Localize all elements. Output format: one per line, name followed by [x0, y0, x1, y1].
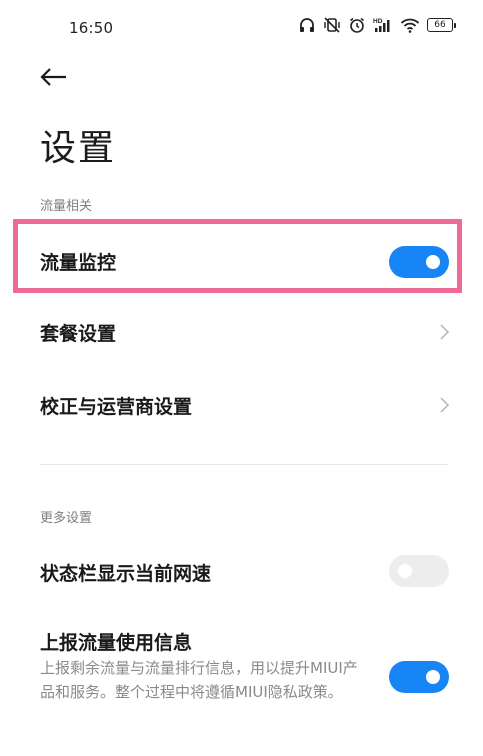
arrow-left-icon: [38, 68, 68, 96]
chevron-right-icon: [438, 323, 450, 341]
settings-row-traffic-monitor[interactable]: 流量监控: [0, 238, 483, 288]
traffic-monitor-toggle[interactable]: [389, 246, 449, 278]
toggle-knob: [426, 255, 440, 269]
section-divider: [40, 464, 448, 465]
row-title: 流量监控: [40, 252, 117, 274]
headphones-icon: [298, 16, 316, 34]
section-label-more: 更多设置: [40, 511, 93, 526]
vibrate-off-icon: [323, 16, 341, 34]
battery-level: 66: [434, 19, 446, 30]
row-description: 上报剩余流量与流量排行信息，用以提升MIUI产品和服务。整个过程中将遵循MIUI…: [40, 659, 358, 701]
row-title: 套餐设置: [40, 323, 117, 345]
back-button[interactable]: [38, 62, 74, 92]
settings-row-plan[interactable]: 套餐设置: [0, 306, 483, 356]
status-bar: 16:50 HD 66: [0, 0, 483, 58]
settings-row-network-speed[interactable]: 状态栏显示当前网速: [0, 549, 483, 599]
row-title: 上报流量使用信息: [40, 632, 193, 654]
row-title: 校正与运营商设置: [40, 396, 193, 418]
svg-text:HD: HD: [373, 18, 383, 25]
status-time: 16:50: [69, 19, 114, 37]
battery-icon: 66: [427, 18, 456, 32]
toggle-knob: [426, 670, 440, 684]
report-usage-toggle[interactable]: [389, 661, 449, 693]
settings-row-carrier[interactable]: 校正与运营商设置: [0, 380, 483, 430]
section-label-traffic: 流量相关: [40, 199, 93, 214]
wifi-icon: [400, 16, 420, 34]
chevron-right-icon: [438, 396, 450, 414]
row-title: 状态栏显示当前网速: [40, 563, 212, 585]
alarm-icon: [348, 16, 366, 34]
status-icons: HD 66: [298, 16, 456, 34]
hd-signal-icon: HD: [373, 16, 393, 34]
toggle-knob: [398, 564, 412, 578]
page-title: 设置: [40, 128, 117, 169]
network-speed-toggle[interactable]: [389, 555, 449, 587]
